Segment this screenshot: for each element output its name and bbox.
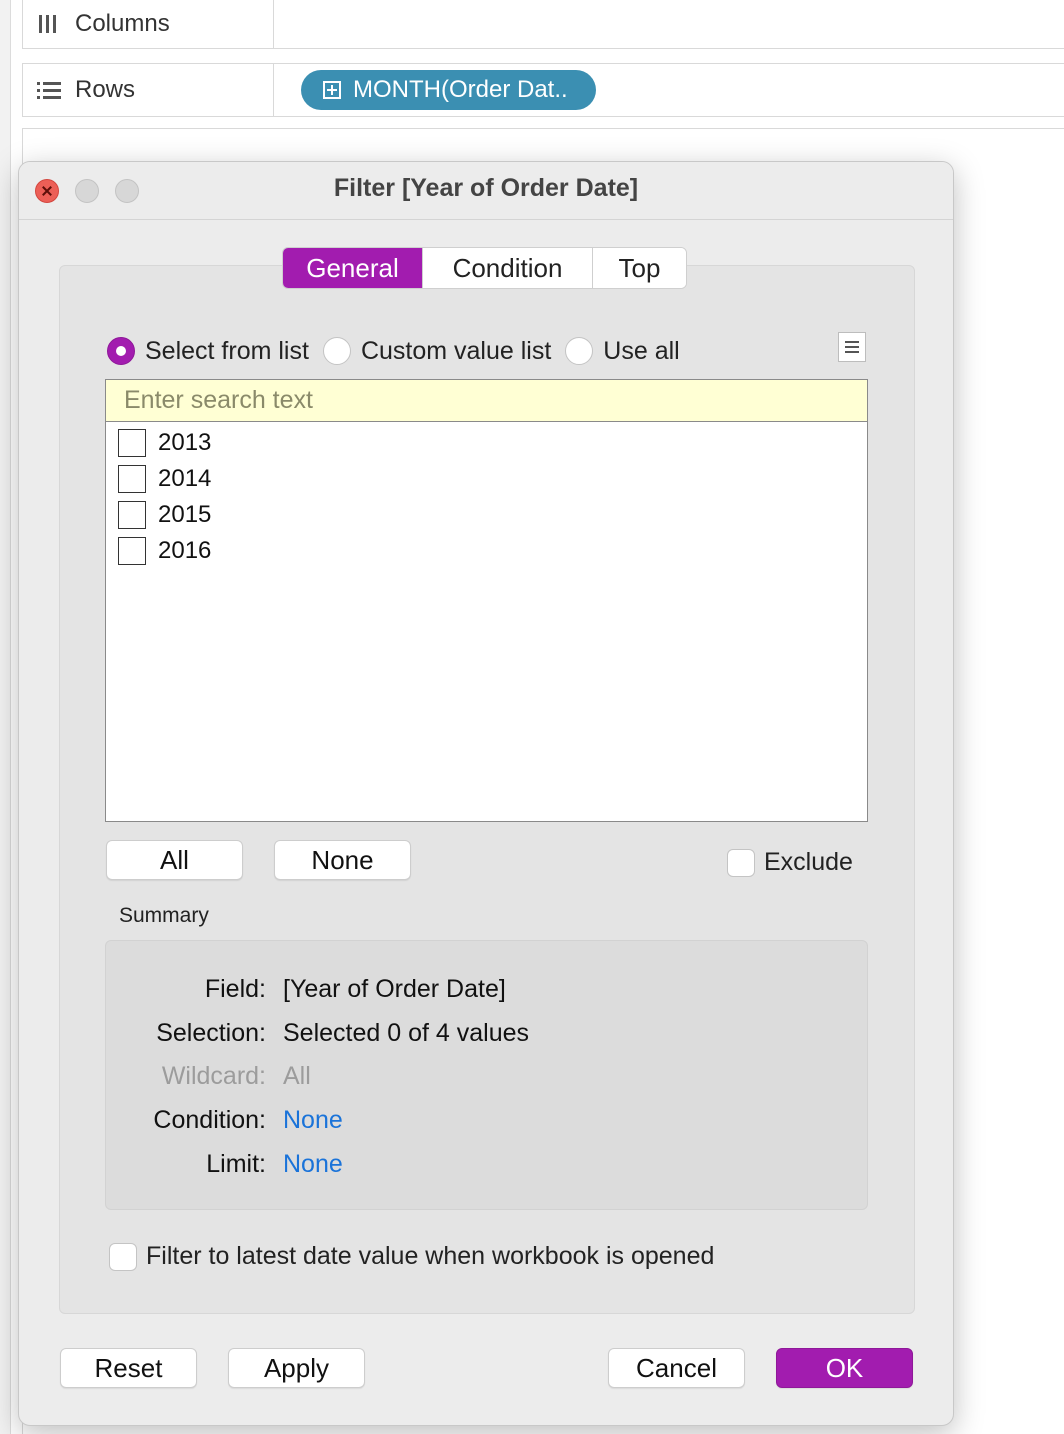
summary-box: Field: [Year of Order Date] Selection: S…: [105, 940, 868, 1210]
dialog-titlebar[interactable]: Filter [Year of Order Date]: [19, 162, 953, 220]
summary-condition-link[interactable]: None: [283, 1106, 343, 1135]
value-checkbox[interactable]: [118, 465, 146, 493]
summary-selection-value: Selected 0 of 4 values: [283, 1018, 529, 1047]
select-from-list-radio[interactable]: [107, 337, 135, 365]
value-label: 2016: [158, 537, 212, 564]
filter-mode-options: Select from list Custom value list Use a…: [107, 334, 694, 368]
value-checkbox[interactable]: [118, 501, 146, 529]
filter-dialog: Filter [Year of Order Date] General Cond…: [18, 161, 954, 1426]
summary-selection-row: Selection: Selected 0 of 4 values: [106, 1016, 867, 1050]
summary-wildcard-key: Wildcard:: [161, 1061, 266, 1090]
pill-label: MONTH(Order Dat..: [353, 76, 568, 103]
use-all-radio[interactable]: [565, 337, 594, 365]
custom-value-list-radio[interactable]: [322, 337, 351, 365]
value-checkbox[interactable]: [118, 537, 146, 565]
list-item[interactable]: 2014: [118, 461, 211, 497]
latest-date-option[interactable]: Filter to latest date value when workboo…: [109, 1242, 714, 1271]
list-item[interactable]: 2015: [118, 497, 211, 533]
columns-shelf[interactable]: Columns: [22, 0, 1064, 49]
select-all-button[interactable]: All: [106, 840, 243, 880]
list-options-menu-icon[interactable]: [838, 332, 866, 362]
rows-label: Rows: [75, 76, 136, 103]
summary-field-value: [Year of Order Date]: [283, 974, 506, 1003]
exclude-label[interactable]: Exclude: [764, 848, 853, 877]
custom-value-list-label[interactable]: Custom value list: [361, 337, 551, 366]
value-label: 2015: [158, 501, 212, 528]
rows-shelf-label-area: Rows: [23, 64, 274, 116]
summary-wildcard-value: All: [283, 1061, 311, 1090]
value-label: 2014: [158, 465, 212, 492]
summary-limit-key: Limit:: [206, 1149, 266, 1178]
summary-field-key: Field:: [204, 974, 266, 1003]
summary-wildcard-row: Wildcard: All: [106, 1059, 867, 1093]
values-list: 2013 2014 2015 2016: [105, 379, 868, 822]
month-order-date-pill[interactable]: MONTH(Order Dat..: [301, 70, 596, 110]
columns-label: Columns: [75, 9, 170, 37]
value-label: 2013: [158, 429, 212, 456]
summary-condition-key: Condition:: [153, 1105, 266, 1134]
list-item[interactable]: 2016: [118, 533, 211, 569]
cancel-button[interactable]: Cancel: [608, 1348, 745, 1388]
ok-button[interactable]: OK: [776, 1348, 913, 1388]
select-none-button[interactable]: None: [274, 840, 411, 880]
summary-condition-row: Condition: None: [106, 1103, 867, 1137]
latest-date-label[interactable]: Filter to latest date value when workboo…: [146, 1242, 714, 1271]
summary-field-row: Field: [Year of Order Date]: [106, 972, 867, 1006]
latest-date-checkbox[interactable]: [109, 1242, 137, 1271]
exclude-option[interactable]: Exclude: [727, 848, 853, 877]
columns-shelf-label-area: Columns: [23, 0, 274, 48]
summary-selection-key: Selection:: [156, 1018, 266, 1047]
columns-icon: [37, 13, 61, 35]
tab-top[interactable]: Top: [593, 248, 686, 288]
summary-limit-row: Limit: None: [106, 1147, 867, 1181]
exclude-checkbox[interactable]: [727, 848, 755, 877]
reset-button[interactable]: Reset: [60, 1348, 197, 1388]
select-from-list-label[interactable]: Select from list: [145, 337, 309, 366]
tab-condition[interactable]: Condition: [423, 248, 593, 288]
search-input[interactable]: [106, 380, 867, 422]
tab-general[interactable]: General: [283, 248, 423, 288]
summary-heading: Summary: [119, 904, 209, 927]
dialog-title: Filter [Year of Order Date]: [333, 174, 639, 202]
value-checkbox[interactable]: [118, 429, 146, 457]
left-side-panel: [0, 0, 11, 1434]
apply-button[interactable]: Apply: [228, 1348, 365, 1388]
filter-tabs: General Condition Top: [282, 247, 687, 289]
summary-limit-link[interactable]: None: [283, 1150, 343, 1179]
expand-plus-icon[interactable]: [323, 81, 341, 99]
rows-icon: [37, 80, 61, 100]
list-item[interactable]: 2013: [118, 425, 211, 461]
rows-shelf[interactable]: Rows MONTH(Order Dat..: [22, 63, 1064, 117]
use-all-label[interactable]: Use all: [603, 337, 679, 366]
values-items: 2013 2014 2015 2016: [118, 425, 211, 569]
